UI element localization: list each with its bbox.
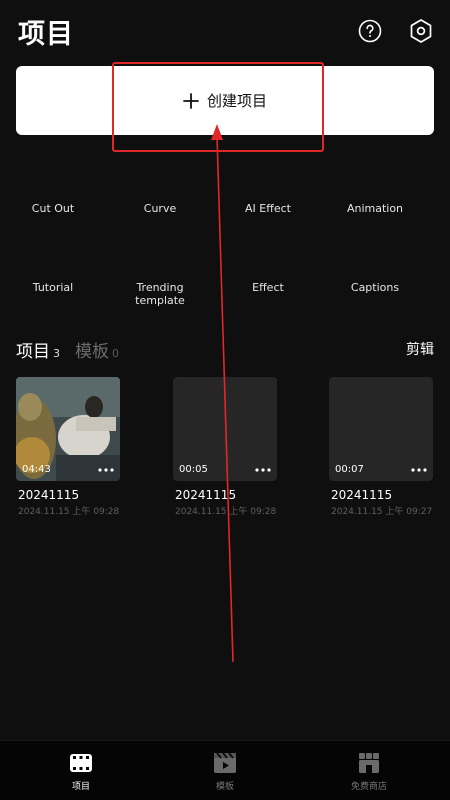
section-tabs: 项目 3 模板 0 剪辑 <box>0 335 450 362</box>
tab-templates-count: 0 <box>112 347 119 360</box>
project-date: 2024.11.15 上午 09:28 <box>175 507 277 517</box>
store-nav-icon <box>359 753 379 773</box>
project-duration: 04:43 <box>22 464 51 475</box>
tab-templates-label: 模板 <box>75 342 109 362</box>
tool-cut-out[interactable]: Cut Out <box>3 202 103 215</box>
nav-item-templates[interactable]: 模板 <box>185 751 265 792</box>
project-thumbnail[interactable]: 04:43 <box>16 377 120 481</box>
project-date: 2024.11.15 上午 09:28 <box>18 507 120 517</box>
project-thumbnail[interactable]: 00:05 <box>173 377 277 481</box>
tool-ai-effect[interactable]: AI Effect <box>218 202 318 215</box>
bottom-nav: 项目 模板 免费商店 <box>0 740 450 800</box>
project-duration: 00:07 <box>335 464 364 475</box>
tab-projects-label: 项目 <box>16 342 50 362</box>
more-icon[interactable] <box>255 468 271 472</box>
edit-button[interactable]: 剪辑 <box>406 339 434 359</box>
project-name: 20241115 <box>331 488 393 502</box>
nav-label-store: 免费商店 <box>350 782 387 792</box>
project-name: 20241115 <box>175 488 237 502</box>
help-icon[interactable] <box>358 19 382 43</box>
tool-trending-template[interactable]: Trending template <box>110 281 210 307</box>
page-title: 项目 <box>18 19 74 50</box>
tool-captions[interactable]: Captions <box>325 281 425 294</box>
tool-effect[interactable]: Effect <box>218 281 318 294</box>
tool-curve[interactable]: Curve <box>110 202 210 215</box>
settings-icon[interactable] <box>408 18 434 44</box>
annotation-highlight-box <box>112 62 324 152</box>
tab-projects-count: 3 <box>53 347 60 360</box>
nav-item-store[interactable]: 免费商店 <box>329 751 409 792</box>
more-icon[interactable] <box>98 468 114 472</box>
nav-item-projects[interactable]: 项目 <box>41 751 121 792</box>
project-thumbnail[interactable]: 00:07 <box>329 377 433 481</box>
more-icon[interactable] <box>411 468 427 472</box>
templates-nav-icon <box>214 752 236 773</box>
project-duration: 00:05 <box>179 464 208 475</box>
project-date: 2024.11.15 上午 09:27 <box>331 507 433 517</box>
project-name: 20241115 <box>18 488 80 502</box>
tool-tutorial[interactable]: Tutorial <box>3 281 103 294</box>
nav-label-projects: 项目 <box>71 782 90 792</box>
projects-nav-icon <box>70 754 92 772</box>
tab-templates[interactable]: 模板 0 <box>75 337 119 362</box>
header: 项目 <box>0 0 450 62</box>
tab-projects[interactable]: 项目 3 <box>16 337 60 362</box>
tool-animation[interactable]: Animation <box>325 202 425 215</box>
nav-label-templates: 模板 <box>215 782 234 792</box>
tools-grid: Cut Out Curve AI Effect Animation Tutori… <box>0 175 450 325</box>
